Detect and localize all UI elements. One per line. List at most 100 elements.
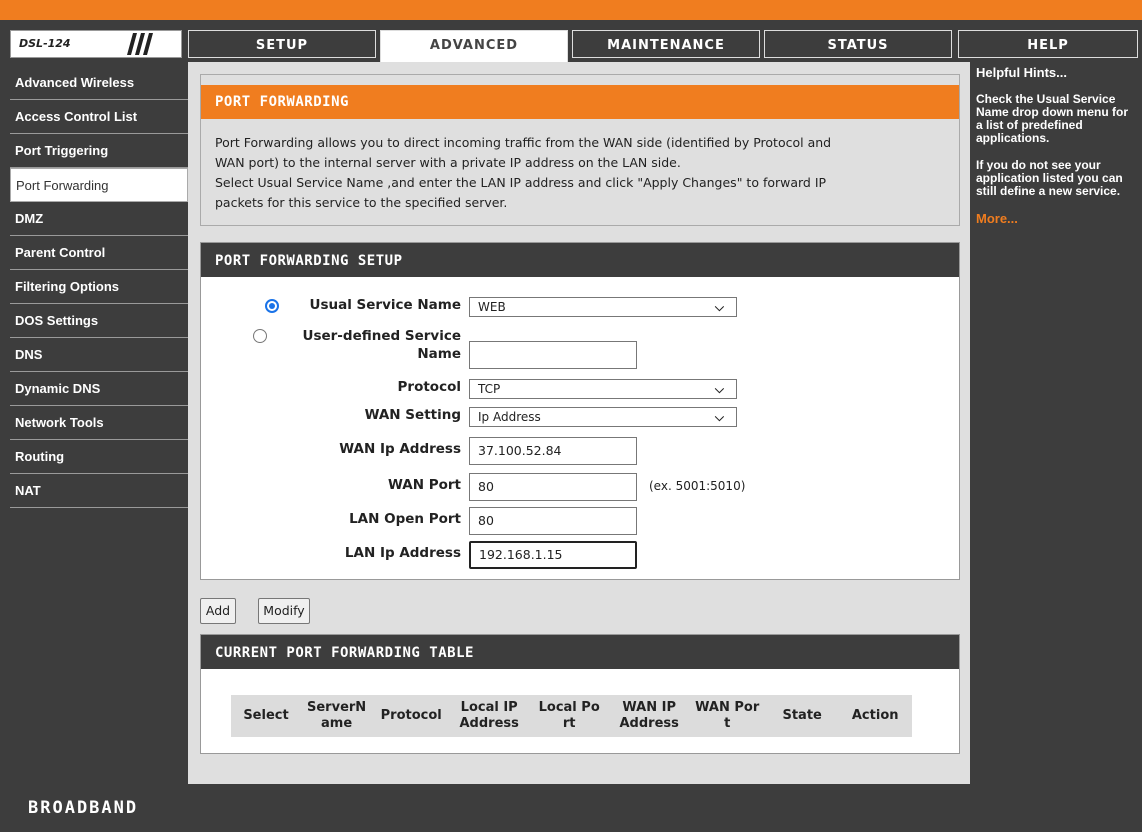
intro-line: Port Forwarding allows you to direct inc… <box>215 135 832 150</box>
column-header: Action <box>838 695 912 737</box>
hints-title: Helpful Hints... <box>976 65 1067 80</box>
wan-setting-row: WAN Setting Ip Address ⌵ <box>201 403 961 431</box>
forwarding-table-panel: CURRENT PORT FORWARDING TABLE Select Ser… <box>200 634 960 754</box>
wan-setting-select[interactable]: Ip Address ⌵ <box>469 407 737 427</box>
column-header-text: ame <box>321 716 353 731</box>
hints-paragraph: If you do not see your application liste… <box>976 158 1123 198</box>
column-header-text: WAN Por <box>695 700 760 715</box>
chevron-down-icon: ⌵ <box>714 382 724 396</box>
column-header-text: Address <box>619 716 679 731</box>
column-header-text: t <box>724 716 731 731</box>
sidebar-item-routing[interactable]: Routing <box>10 440 188 474</box>
model-badge: DSL-124 <box>10 30 182 58</box>
usual-service-radio[interactable] <box>265 299 279 313</box>
lan-open-port-input[interactable]: 80 <box>469 507 637 535</box>
intro-line: Select Usual Service Name ,and enter the… <box>215 175 827 190</box>
setup-title: PORT FORWARDING SETUP <box>201 243 959 277</box>
column-header-text: rt <box>562 716 576 731</box>
intro-description: Port Forwarding allows you to direct inc… <box>201 119 959 213</box>
wan-port-hint: (ex. 5001:5010) <box>649 479 746 493</box>
sidebar-item-dos-settings[interactable]: DOS Settings <box>10 304 188 338</box>
sidebar-item-access-control-list[interactable]: Access Control List <box>10 100 188 134</box>
column-header-text: Protocol <box>380 708 442 723</box>
lan-ip-input[interactable]: 192.168.1.15 <box>469 541 637 569</box>
column-header: WAN IP Address <box>610 695 688 737</box>
intro-line: packets for this service to the specifie… <box>215 195 508 210</box>
sidebar-item-network-tools[interactable]: Network Tools <box>10 406 188 440</box>
model-name: DSL-124 <box>19 37 71 50</box>
user-defined-label: User-defined Service Name <box>303 327 462 363</box>
usual-service-row: Usual Service Name WEB ⌵ <box>201 295 961 323</box>
sidebar-item-port-triggering[interactable]: Port Triggering <box>10 134 188 168</box>
column-header-text: Address <box>459 716 519 731</box>
brand-logo: BROADBAND <box>28 798 139 818</box>
chevron-down-icon: ⌵ <box>714 410 724 424</box>
wan-ip-row: WAN Ip Address 37.100.52.84 <box>201 433 961 465</box>
intro-line: WAN port) to the internal server with a … <box>215 155 681 170</box>
usual-service-value: WEB <box>478 300 506 314</box>
wan-port-input[interactable]: 80 <box>469 473 637 501</box>
user-defined-label-line: Name <box>417 346 461 362</box>
footer: BROADBAND <box>0 784 1142 832</box>
sidebar: Advanced Wireless Access Control List Po… <box>10 66 188 508</box>
add-button[interactable]: Add <box>200 598 236 624</box>
setup-panel: PORT FORWARDING SETUP Usual Service Name… <box>200 242 960 580</box>
protocol-value: TCP <box>478 382 501 396</box>
tab-maintenance[interactable]: MAINTENANCE <box>572 30 760 58</box>
tab-setup[interactable]: SETUP <box>188 30 376 58</box>
tab-advanced[interactable]: ADVANCED <box>380 30 568 62</box>
column-header: WAN Por t <box>688 695 766 737</box>
table-header-row: Select ServerN ame Protocol Local IP Addre… <box>231 695 912 737</box>
protocol-row: Protocol TCP ⌵ <box>201 375 961 403</box>
lan-open-port-row: LAN Open Port 80 <box>201 503 961 535</box>
tab-help[interactable]: HELP <box>958 30 1138 58</box>
sidebar-item-nat[interactable]: NAT <box>10 474 188 508</box>
column-header-text: Local IP <box>460 700 518 715</box>
column-header: Protocol <box>372 695 450 737</box>
column-header-text: WAN IP <box>622 700 676 715</box>
sidebar-item-parent-control[interactable]: Parent Control <box>10 236 188 270</box>
column-header-text: Select <box>243 708 289 723</box>
hints-paragraph: Check the Usual Service Name drop down m… <box>976 92 1129 145</box>
modify-button[interactable]: Modify <box>258 598 310 624</box>
sidebar-item-dynamic-dns[interactable]: Dynamic DNS <box>10 372 188 406</box>
more-link[interactable]: More... <box>976 212 1136 225</box>
user-defined-row: User-defined Service Name <box>201 327 961 371</box>
wan-port-row: WAN Port 80 (ex. 5001:5010) <box>201 469 961 501</box>
wan-setting-label: WAN Setting <box>364 407 461 423</box>
column-header: State <box>766 695 838 737</box>
sidebar-item-port-forwarding[interactable]: Port Forwarding <box>10 168 188 202</box>
sidebar-item-filtering-options[interactable]: Filtering Options <box>10 270 188 304</box>
column-header: ServerN ame <box>301 695 372 737</box>
top-accent-bar <box>0 0 1142 20</box>
intro-title: PORT FORWARDING <box>201 85 959 119</box>
column-header-text: Action <box>851 708 899 723</box>
port-forwarding-table: Select ServerN ame Protocol Local IP Addre… <box>231 695 913 737</box>
column-header: Local IP Address <box>450 695 528 737</box>
lan-ip-row: LAN Ip Address 192.168.1.15 <box>201 537 961 569</box>
table-title: CURRENT PORT FORWARDING TABLE <box>201 635 959 669</box>
intro-panel: PORT FORWARDING Port Forwarding allows y… <box>200 74 960 226</box>
column-header-text: State <box>782 708 822 723</box>
column-header: Local Po rt <box>528 695 610 737</box>
protocol-select[interactable]: TCP ⌵ <box>469 379 737 399</box>
wan-port-label: WAN Port <box>387 477 461 493</box>
main-content: PORT FORWARDING Port Forwarding allows y… <box>188 62 970 784</box>
user-defined-label-line: User-defined Service <box>302 328 462 344</box>
wan-ip-input[interactable]: 37.100.52.84 <box>469 437 637 465</box>
column-header: Select <box>231 695 301 737</box>
usual-service-label: Usual Service Name <box>309 297 462 313</box>
tab-status[interactable]: STATUS <box>764 30 952 58</box>
lan-ip-label: LAN Ip Address <box>344 545 461 561</box>
sidebar-item-dmz[interactable]: DMZ <box>10 202 188 236</box>
protocol-label: Protocol <box>397 379 461 395</box>
user-defined-input[interactable] <box>469 341 637 369</box>
user-defined-radio[interactable] <box>253 329 267 343</box>
usual-service-select[interactable]: WEB ⌵ <box>469 297 737 317</box>
sidebar-item-advanced-wireless[interactable]: Advanced Wireless <box>10 66 188 100</box>
sidebar-item-dns[interactable]: DNS <box>10 338 188 372</box>
chevron-down-icon: ⌵ <box>714 300 724 314</box>
helpful-hints-panel: Helpful Hints... Check the Usual Service… <box>976 66 1136 225</box>
slashes-logo-icon <box>127 33 153 55</box>
wan-ip-label: WAN Ip Address <box>339 441 461 457</box>
